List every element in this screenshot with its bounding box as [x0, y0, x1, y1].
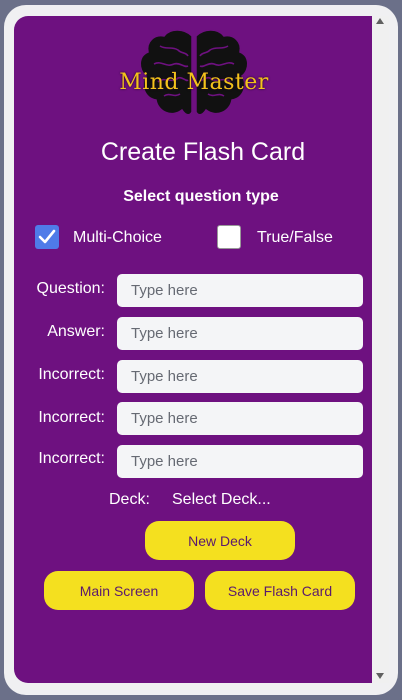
question-label: Question: [36, 280, 105, 297]
page-title: Create Flash Card [100, 138, 306, 166]
question-input[interactable] [117, 274, 363, 307]
create-card-panel: Mind Master Create Flash Card Select que… [14, 16, 372, 683]
scroll-up-icon[interactable] [376, 18, 384, 24]
answer-input[interactable] [117, 317, 363, 350]
incorrect-input-1[interactable] [117, 360, 363, 393]
multi-choice-checkbox[interactable] [35, 225, 59, 249]
main-screen-button[interactable]: Main Screen [44, 571, 194, 610]
deck-label: Deck: [109, 491, 150, 508]
incorrect-input-2[interactable] [117, 402, 363, 435]
new-deck-button[interactable]: New Deck [145, 521, 295, 560]
logo-text: Mind Master [119, 70, 269, 95]
answer-label: Answer: [47, 323, 105, 340]
incorrect-label-3: Incorrect: [38, 450, 105, 467]
save-flash-card-button[interactable]: Save Flash Card [205, 571, 355, 610]
incorrect-label-2: Incorrect: [38, 409, 105, 426]
true-false-checkbox[interactable] [217, 225, 241, 249]
mind-master-logo: Mind Master [114, 24, 274, 134]
deck-select[interactable]: Select Deck... [172, 491, 271, 509]
scrollbar[interactable] [373, 16, 389, 683]
question-type-heading: Select question type [123, 188, 279, 205]
checkmark-icon [38, 229, 56, 244]
incorrect-input-3[interactable] [117, 445, 363, 478]
multi-choice-label[interactable]: Multi-Choice [73, 229, 162, 247]
scroll-down-icon[interactable] [376, 673, 384, 679]
incorrect-label-1: Incorrect: [38, 366, 105, 383]
true-false-label[interactable]: True/False [257, 229, 333, 247]
